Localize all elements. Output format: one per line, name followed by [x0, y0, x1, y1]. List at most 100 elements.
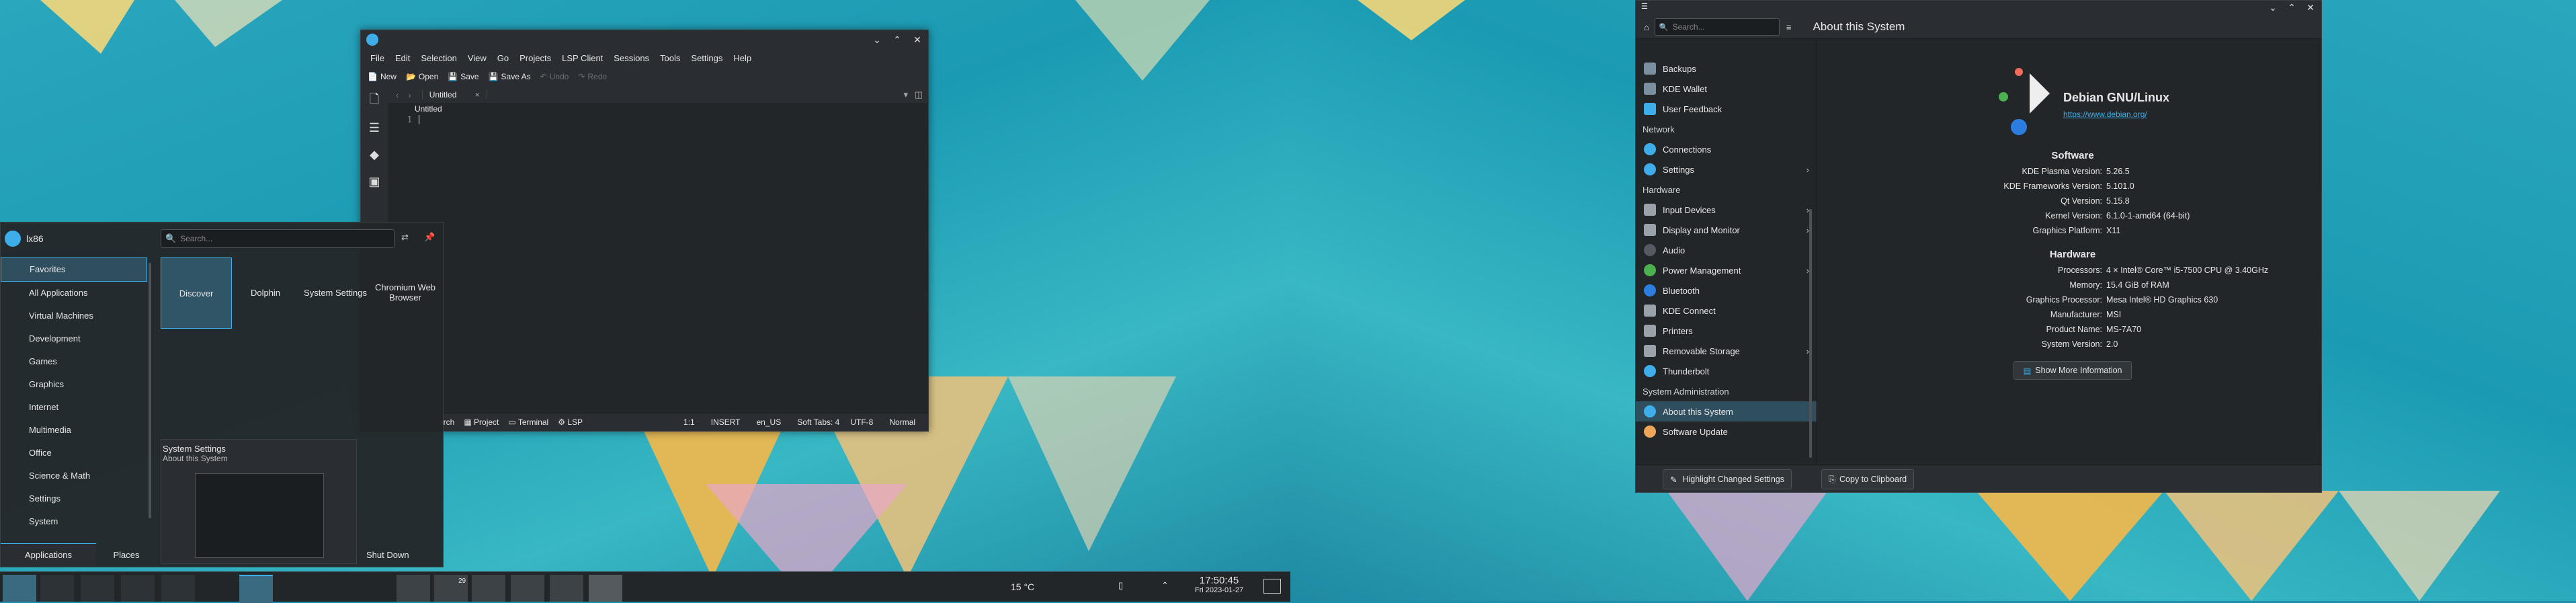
settings-close-icon[interactable]: ✕: [2304, 1, 2317, 14]
weather-widget[interactable]: 15 °C: [1011, 581, 1034, 592]
settings-minimize-icon[interactable]: ⌄: [2266, 1, 2280, 14]
launcher-button[interactable]: [3, 575, 36, 602]
settings-maximize-icon[interactable]: ⌃: [2285, 1, 2298, 14]
nav-kde-wallet[interactable]: KDE Wallet: [1636, 79, 1817, 99]
menu-help[interactable]: Help: [728, 53, 757, 63]
avatar[interactable]: [5, 231, 21, 247]
nav-bluetooth[interactable]: Bluetooth: [1636, 280, 1817, 300]
category-games[interactable]: Games: [1, 350, 147, 373]
task-item-8[interactable]: [472, 575, 505, 602]
category-graphics[interactable]: Graphics: [1, 373, 147, 396]
category-office[interactable]: Office: [1, 442, 147, 465]
split-view-icon[interactable]: ◫: [915, 89, 923, 100]
save-button[interactable]: 💾 Save: [448, 72, 479, 81]
app-dolphin[interactable]: Dolphin: [231, 257, 300, 327]
nav-power[interactable]: Power Management ›: [1636, 260, 1817, 280]
sidebar-scrollbar[interactable]: [1809, 209, 1812, 458]
nav-network-settings[interactable]: Settings ›: [1636, 159, 1817, 179]
menu-tools[interactable]: Tools: [655, 53, 685, 63]
show-more-button[interactable]: ▤ Show More Information: [2013, 361, 2132, 380]
tray-expand-icon[interactable]: ⌃: [1161, 580, 1169, 591]
menu-sessions[interactable]: Sessions: [608, 53, 655, 63]
encoding[interactable]: UTF-8: [850, 417, 873, 427]
app-chromium[interactable]: Chromium Web Browser: [370, 257, 440, 327]
distro-url-link[interactable]: https://www.debian.org/: [2063, 110, 2147, 119]
category-system[interactable]: System: [1, 510, 147, 533]
clock[interactable]: 17:50:45 Fri 2023-01-27: [1187, 575, 1251, 594]
task-item-7[interactable]: 29: [434, 575, 468, 602]
task-item-10[interactable]: [550, 575, 583, 602]
tab-untitled[interactable]: Untitled ×: [421, 90, 487, 99]
menu-view[interactable]: View: [462, 53, 492, 63]
documents-icon[interactable]: 🗋: [366, 92, 383, 110]
redo-button[interactable]: ↷ Redo: [578, 72, 607, 81]
nav-audio[interactable]: Audio: [1636, 240, 1817, 260]
task-item-active[interactable]: [239, 575, 273, 603]
maximize-icon[interactable]: ⌃: [890, 33, 904, 46]
task-item-1[interactable]: [40, 575, 74, 602]
nav-kde-connect[interactable]: KDE Connect: [1636, 300, 1817, 321]
menu-settings[interactable]: Settings: [685, 53, 728, 63]
copy-clipboard-button[interactable]: ⎘ Copy to Clipboard: [1821, 469, 1915, 489]
dictionary[interactable]: en_US: [757, 417, 782, 427]
back-icon[interactable]: ‹: [396, 90, 399, 100]
cursor-position[interactable]: 1:1: [683, 417, 695, 427]
projects-icon[interactable]: ▣: [366, 173, 383, 190]
app-discover[interactable]: Discover: [161, 257, 232, 329]
nav-about[interactable]: About this System: [1636, 401, 1817, 421]
nav-display[interactable]: Display and Monitor ›: [1636, 220, 1817, 240]
settings-titlebar[interactable]: ☰ ⌄ ⌃ ✕: [1636, 1, 2321, 15]
show-desktop-icon[interactable]: [1263, 579, 1281, 594]
undo-button[interactable]: ↶ Undo: [540, 72, 569, 81]
configure-icon[interactable]: ⇄: [401, 232, 409, 243]
category-scrollbar[interactable]: [149, 263, 151, 518]
task-item-4[interactable]: [161, 575, 195, 602]
save-as-button[interactable]: 💾 Save As: [489, 72, 531, 81]
open-button[interactable]: 📂 Open: [406, 72, 438, 81]
category-development[interactable]: Development: [1, 327, 147, 350]
nav-software-update[interactable]: Software Update: [1636, 421, 1817, 442]
category-favorites[interactable]: Favorites: [1, 257, 147, 282]
minimize-icon[interactable]: ⌄: [870, 33, 884, 46]
nav-thunderbolt[interactable]: Thunderbolt: [1636, 361, 1817, 381]
tab-close-icon[interactable]: ×: [475, 90, 480, 99]
highlight-changed-button[interactable]: ✎ Highlight Changed Settings: [1663, 469, 1792, 489]
task-item-3[interactable]: [121, 575, 155, 602]
forward-icon[interactable]: ›: [408, 90, 411, 100]
breadcrumb[interactable]: Untitled: [388, 103, 928, 115]
window-menu-icon[interactable]: ☰: [1641, 2, 1648, 11]
nav-user-feedback[interactable]: User Feedback: [1636, 99, 1817, 119]
menu-lsp-client[interactable]: LSP Client: [556, 53, 608, 63]
category-vms[interactable]: Virtual Machines: [1, 305, 147, 327]
category-internet[interactable]: Internet: [1, 396, 147, 419]
task-item-11[interactable]: [589, 575, 622, 602]
filesystem-icon[interactable]: ☰: [366, 119, 383, 136]
clipboard-icon[interactable]: ▯: [1118, 580, 1123, 591]
close-icon[interactable]: ✕: [911, 33, 924, 46]
task-item-2[interactable]: [81, 575, 114, 602]
menu-projects[interactable]: Projects: [514, 53, 556, 63]
git-icon[interactable]: ◆: [366, 146, 383, 163]
menu-file[interactable]: File: [365, 53, 390, 63]
menu-edit[interactable]: Edit: [390, 53, 415, 63]
category-science[interactable]: Science & Math: [1, 465, 147, 487]
nav-backups[interactable]: Backups: [1636, 58, 1817, 79]
project-tool[interactable]: ▦ Project: [464, 417, 499, 427]
category-settings[interactable]: Settings: [1, 487, 147, 510]
syntax-mode[interactable]: Normal: [889, 417, 915, 427]
nav-printers[interactable]: Printers: [1636, 321, 1817, 341]
task-item-6[interactable]: [397, 575, 430, 602]
tab-applications[interactable]: Applications: [1, 543, 96, 567]
settings-search-input[interactable]: 🔍 Search...: [1654, 18, 1780, 36]
new-button[interactable]: 📄 New: [368, 72, 397, 81]
pin-icon[interactable]: 📌: [424, 232, 435, 243]
task-item-9[interactable]: [511, 575, 544, 602]
terminal-tool[interactable]: ▭ Terminal: [508, 417, 548, 427]
nav-input-devices[interactable]: Input Devices ›: [1636, 200, 1817, 220]
editor-area[interactable]: ‹ › Untitled × ▾ ◫ Untitled 1: [388, 87, 928, 380]
tab-places[interactable]: Places: [96, 544, 157, 567]
nav-connections[interactable]: Connections: [1636, 139, 1817, 159]
lsp-tool[interactable]: ⚙ LSP: [558, 417, 583, 427]
category-all[interactable]: All Applications: [1, 282, 147, 305]
category-multimedia[interactable]: Multimedia: [1, 419, 147, 442]
